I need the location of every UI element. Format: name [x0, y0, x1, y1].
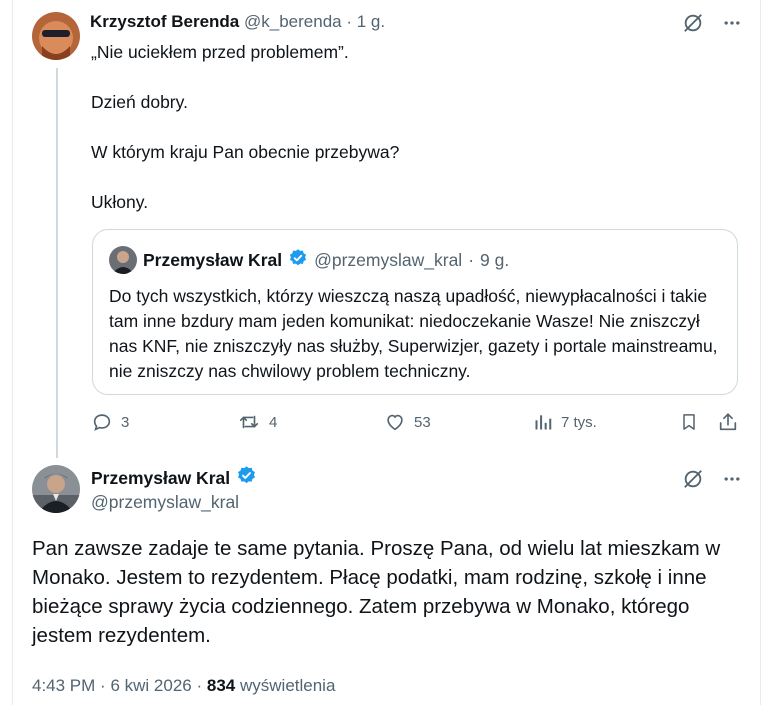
grok-icon[interactable]: [682, 12, 704, 34]
repost-button[interactable]: 4: [237, 411, 277, 433]
quoted-author-name[interactable]: Przemysław Kral: [143, 250, 282, 271]
main-header-icons: [682, 468, 742, 490]
quoted-author-avatar: [109, 246, 137, 274]
reply-paragraph: W którym kraju Pan obecnie przebywa?: [91, 142, 400, 162]
quoted-timestamp: 9 g.: [480, 249, 510, 270]
like-button[interactable]: 53: [384, 411, 431, 433]
bookmark-icon: [683, 414, 695, 430]
reply-header-icons: [682, 12, 742, 34]
verified-badge-icon: [236, 465, 257, 491]
reply-button[interactable]: 3: [91, 411, 129, 433]
reply-body: „Nie uciekłem przed problemem”. Dzień do…: [91, 40, 731, 240]
repost-count: 4: [269, 413, 278, 431]
reply-separator: ·: [346, 12, 353, 31]
main-post-text: Pan zawsze zadaje te same pytania. Prosz…: [32, 537, 721, 647]
quoted-author-handle: @przemyslaw_kral: [314, 249, 463, 270]
reply-count: 3: [121, 413, 130, 431]
quoted-tweet-card[interactable]: Przemysław Kral @przemyslaw_kral · 9 g. …: [92, 229, 738, 395]
reply-icon: [93, 414, 111, 431]
main-author-handle[interactable]: @przemyslaw_kral: [91, 492, 239, 513]
reply-action-bar: 3 4 53 7 tys.: [91, 411, 741, 437]
main-author-name[interactable]: Przemysław Kral: [91, 468, 230, 489]
reply-author-name[interactable]: Krzysztof Berenda: [90, 12, 239, 31]
quoted-tweet-text: Do tych wszystkich, którzy wieszczą nasz…: [109, 286, 718, 381]
column-border-left: [12, 0, 13, 705]
meta-separator: ·: [100, 676, 106, 695]
post-time[interactable]: 4:43 PM: [32, 676, 95, 695]
reply-paragraph: Ukłony.: [91, 192, 149, 212]
views-count: 7 tys.: [561, 413, 597, 431]
views-total: 834: [206, 676, 236, 695]
like-icon: [387, 414, 403, 431]
reply-timestamp[interactable]: 1 g.: [357, 12, 385, 31]
views-label: wyświetlenia: [239, 676, 336, 695]
main-post-meta: 4:43 PM · 6 kwi 2026 · 834 wyświetlenia: [32, 676, 335, 696]
column-border-right: [760, 0, 761, 705]
analytics-button[interactable]: 7 tys.: [533, 411, 597, 433]
share-button[interactable]: [717, 411, 739, 433]
analytics-icon: [535, 415, 552, 430]
repost-icon: [239, 415, 259, 429]
reply-author-handle[interactable]: @k_berenda: [244, 12, 342, 31]
main-author-name-row: Przemysław Kral: [91, 465, 257, 491]
thread-connector-line: [56, 68, 58, 458]
main-author-avatar[interactable]: [32, 465, 80, 513]
like-count: 53: [414, 413, 431, 431]
reply-header: Krzysztof Berenda @k_berenda · 1 g.: [90, 12, 385, 32]
bookmark-button[interactable]: [679, 411, 699, 433]
quoted-separator: ·: [468, 249, 475, 270]
meta-separator: ·: [196, 676, 203, 695]
grok-icon[interactable]: [682, 468, 704, 490]
reply-paragraph: „Nie uciekłem przed problemem”.: [91, 42, 349, 62]
share-icon: [719, 413, 737, 431]
reply-author-avatar[interactable]: [32, 12, 80, 60]
more-icon[interactable]: [722, 13, 742, 33]
more-icon[interactable]: [722, 469, 742, 489]
verified-badge-icon: [288, 248, 308, 273]
reply-paragraph: Dzień dobry.: [91, 92, 188, 112]
post-date[interactable]: 6 kwi 2026: [110, 676, 191, 695]
quoted-tweet-header: Przemysław Kral @przemyslaw_kral · 9 g.: [109, 246, 509, 274]
